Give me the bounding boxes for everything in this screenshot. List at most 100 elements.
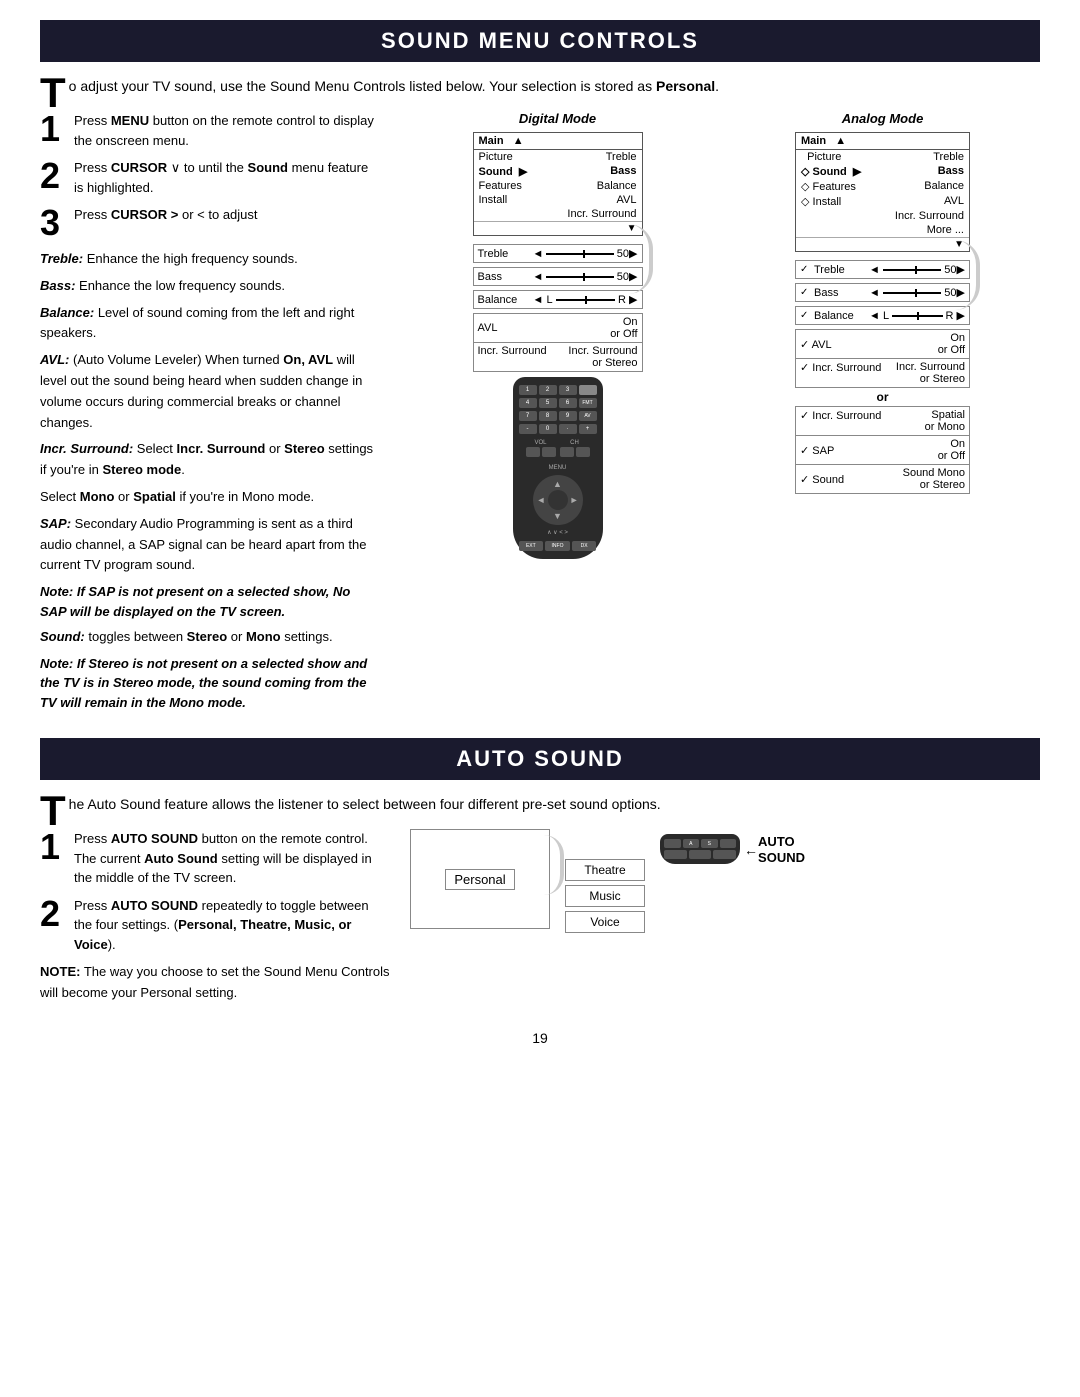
left-instructions: 1 Press MENU button on the remote contro… (40, 111, 380, 718)
analog-menu-row-5: Incr. Surround (796, 209, 969, 223)
analog-sound-row: ✓ Sound Sound Mono or Stereo (795, 465, 970, 494)
analog-menu-row-4: ◇ InstallAVL (796, 194, 969, 209)
auto-sound-intro: T he Auto Sound feature allows the liste… (40, 794, 1040, 815)
remote-power-btn[interactable] (579, 385, 597, 395)
remote-btn-7[interactable]: 7 (519, 411, 537, 421)
remote-btn-2[interactable]: 2 (539, 385, 557, 395)
nav-up-arrow: ▲ (553, 479, 562, 489)
remote-btn-3[interactable]: 3 (559, 385, 577, 395)
remote-nav-ring[interactable]: ▲ ▼ ◄ ► (533, 475, 583, 525)
remote-vol-group: VOL (526, 440, 556, 457)
analog-avl-row: ✓ AVL On or Off (795, 329, 970, 359)
auto-intro-text: he Auto Sound feature allows the listene… (69, 796, 661, 812)
digital-menu-row-4: InstallAVL (474, 193, 642, 207)
sap-check-label: ✓ SAP (800, 444, 834, 457)
auto-remote-wrapper: A S AUTO SOUND (660, 834, 740, 864)
digital-balance-slider: Balance ◄ L R ▶ (473, 290, 643, 309)
digital-menu-row-1: PictureTreble (474, 150, 642, 164)
remote-btn-dot[interactable]: · (559, 424, 577, 434)
auto-mid-btn-2[interactable] (689, 850, 712, 859)
digital-menu-row-2: Sound ▶Bass (474, 164, 642, 179)
auto-remote-mini: A S (660, 834, 740, 864)
auto-sound-section: AUTO SOUND T he Auto Sound feature allow… (40, 738, 1040, 1010)
remote-bottom-row: EXT INFO DX (519, 541, 597, 551)
analog-menu-row-6: More ... (796, 223, 969, 237)
bass-tick (915, 289, 917, 297)
remote-btn-5[interactable]: 5 (539, 398, 557, 408)
remote-format-btn[interactable]: FMT (579, 398, 597, 408)
avl-desc: AVL: (Auto Volume Leveler) When turned O… (40, 350, 380, 433)
auto-arrow-indicator: ← (744, 842, 758, 858)
digital-mode-label: Digital Mode (519, 111, 596, 126)
incr1-label: ✓ Incr. Surround (800, 361, 881, 374)
remote-btn-8[interactable]: 8 (539, 411, 557, 421)
remote-dx-btn[interactable]: DX (572, 541, 597, 551)
incr2-value: Spatial or Mono (925, 409, 965, 433)
digital-incr-row: Incr. Surround Incr. Surround or Stereo (473, 343, 643, 372)
vol-down-btn[interactable] (526, 447, 540, 457)
auto-btn-empty[interactable] (720, 839, 737, 848)
remote-top-row-3: 7 8 9 AV (519, 411, 597, 421)
remote-btn-4[interactable]: 4 (519, 398, 537, 408)
nav-center-btn[interactable] (548, 490, 568, 510)
big-T-letter: T (40, 76, 66, 110)
remote-btn-9[interactable]: 9 (559, 411, 577, 421)
remote-top-row-1: 1 2 3 (519, 385, 597, 395)
remote-btn-0[interactable]: 0 (539, 424, 557, 434)
ch-up-btn[interactable] (576, 447, 590, 457)
auto-step-1: 1 Press AUTO SOUND button on the remote … (40, 829, 390, 888)
bass-track (883, 292, 941, 294)
nav-left-arrow: ◄ (537, 495, 546, 505)
auto-btn-sound[interactable]: S (701, 839, 718, 848)
sound-menu-section: SOUND MENU CONTROLS T o adjust your TV s… (40, 20, 1040, 718)
page-number: 19 (40, 1030, 1040, 1046)
auto-left-col: 1 Press AUTO SOUND button on the remote … (40, 829, 390, 1010)
remote-ext-btn[interactable]: EXT (519, 541, 544, 551)
digital-curve (628, 224, 653, 294)
treble-label-analog: Treble (814, 264, 869, 276)
auto-mid-btn-1[interactable] (664, 850, 687, 859)
analog-balance-slider: ✓ Balance ◄ L R ▶ (795, 306, 970, 325)
remote-btn-6[interactable]: 6 (559, 398, 577, 408)
auto-remote-area: A S AUTO SOUND (660, 834, 740, 864)
auto-mid-btn-3[interactable] (713, 850, 736, 859)
auto-btn-bare[interactable] (664, 839, 681, 848)
remote-ch-group: CH (560, 440, 590, 457)
digital-menu-header: Main ▲ (474, 133, 642, 150)
remote-info-btn[interactable]: INFO (545, 541, 570, 551)
or-divider: or (795, 390, 970, 404)
auto-step-2-text: Press AUTO SOUND repeatedly to toggle be… (74, 896, 390, 955)
balance-track (892, 315, 942, 317)
avl-value: On or Off (938, 332, 965, 356)
nav-right-arrow: ► (570, 495, 579, 505)
auto-sound-label: AUTO SOUND (758, 834, 805, 865)
sound-check-label: ✓ Sound (800, 473, 844, 486)
option-theatre: Theatre (565, 859, 645, 881)
auto-label-line1: AUTO (758, 834, 805, 850)
personal-screen: Personal (410, 829, 550, 929)
step-2-number: 2 (40, 158, 64, 194)
analog-mode-col: Analog Mode Main ▲ PictureTreble ◇ Sound… (725, 111, 1040, 718)
incr-surround-desc: Incr. Surround: Select Incr. Surround or… (40, 439, 380, 481)
remote-btn-dash[interactable]: - (519, 424, 537, 434)
vol-up-btn[interactable] (542, 447, 556, 457)
remote-btn-1[interactable]: 1 (519, 385, 537, 395)
step-2-text: Press CURSOR ∨ to until the Sound menu f… (74, 158, 380, 197)
right-diagrams: Digital Mode Main ▲ PictureTreble Sound … (400, 111, 1040, 718)
remote-btn-plus[interactable]: + (579, 424, 597, 434)
balance-left-arrow: ◄ L (869, 310, 889, 322)
option-music: Music (565, 885, 645, 907)
auto-remote-top: A S (664, 839, 736, 848)
vol-buttons (526, 447, 556, 457)
remote-av-btn[interactable]: AV (579, 411, 597, 421)
ch-down-btn[interactable] (560, 447, 574, 457)
ch-label: CH (570, 440, 579, 446)
digital-bass-slider: Bass ◄ 50 ▶ (473, 267, 643, 286)
step-3: 3 Press CURSOR > or < to adjust (40, 205, 380, 241)
step-3-number: 3 (40, 205, 64, 241)
intro-text-main: o adjust your TV sound, use the Sound Me… (69, 78, 719, 94)
option-voice: Voice (565, 911, 645, 933)
sound-menu-intro: T o adjust your TV sound, use the Sound … (40, 76, 1040, 97)
auto-btn-auto[interactable]: A (683, 839, 700, 848)
remote-vol-ch-area: VOL CH (519, 440, 597, 457)
